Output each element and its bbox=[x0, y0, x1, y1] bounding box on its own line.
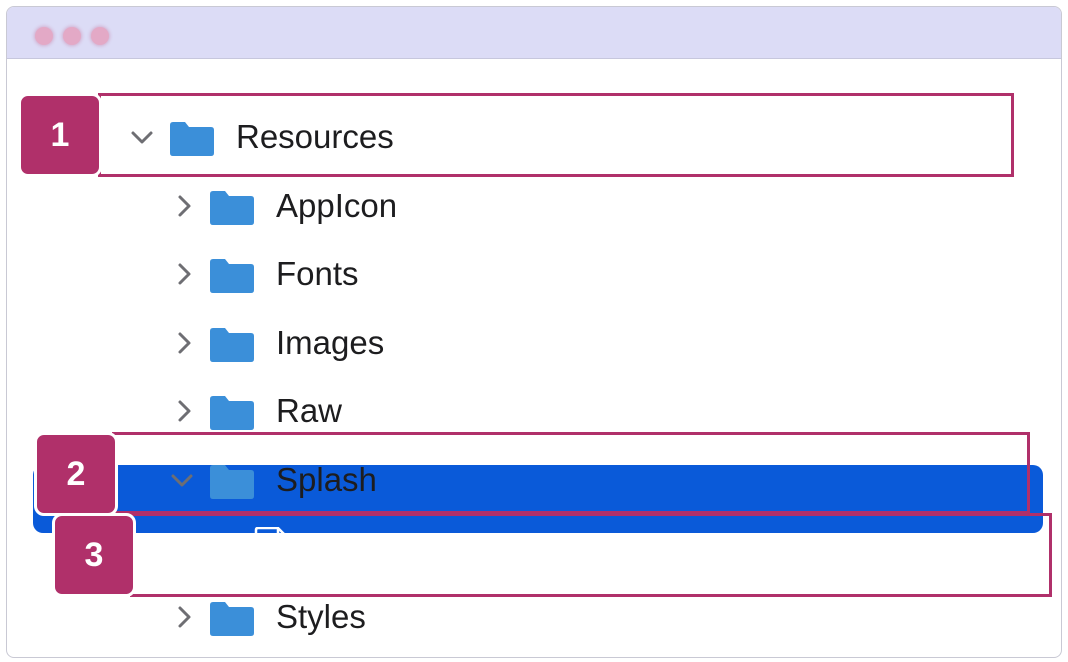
callout-frame-3 bbox=[130, 513, 1052, 597]
callout-badge-2: 2 bbox=[34, 432, 118, 516]
callout-frame-1 bbox=[98, 93, 1014, 177]
folder-icon bbox=[208, 599, 256, 637]
tree-label-styles: Styles bbox=[276, 598, 366, 635]
chevron-right-icon[interactable] bbox=[170, 192, 198, 220]
callout-badge-1: 1 bbox=[18, 93, 102, 177]
chevron-right-icon[interactable] bbox=[170, 329, 198, 357]
folder-icon bbox=[208, 325, 256, 363]
chevron-right-icon[interactable] bbox=[170, 397, 198, 425]
folder-icon bbox=[208, 256, 256, 294]
tree-label-fonts: Fonts bbox=[276, 255, 359, 292]
callout-frame-2 bbox=[112, 432, 1030, 514]
chevron-right-icon[interactable] bbox=[170, 603, 198, 631]
tree-row-fonts[interactable]: Fonts bbox=[0, 240, 1068, 308]
zoom-button[interactable] bbox=[91, 27, 109, 45]
tree-label-images: Images bbox=[276, 324, 385, 361]
close-button[interactable] bbox=[35, 27, 53, 45]
minimize-button[interactable] bbox=[63, 27, 81, 45]
folder-icon bbox=[208, 393, 256, 431]
title-bar bbox=[7, 7, 1061, 59]
callout-badge-3: 3 bbox=[52, 513, 136, 597]
tree-row-images[interactable]: Images bbox=[0, 309, 1068, 377]
chevron-right-icon[interactable] bbox=[170, 260, 198, 288]
tree-row-appicon[interactable]: AppIcon bbox=[0, 172, 1068, 240]
tree-label-appicon: AppIcon bbox=[276, 187, 398, 224]
folder-icon bbox=[208, 188, 256, 226]
tree-label-raw: Raw bbox=[276, 392, 343, 429]
